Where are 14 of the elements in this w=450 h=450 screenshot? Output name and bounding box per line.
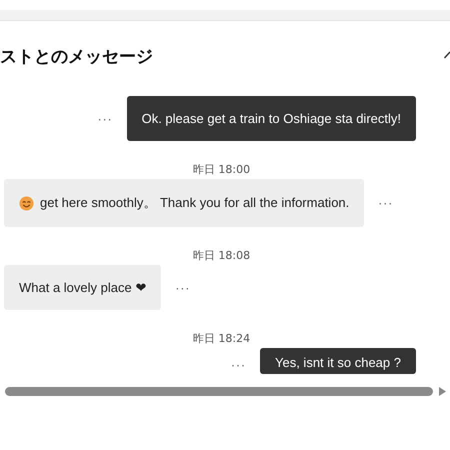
page-title: ストとのメッセージ [0,46,153,68]
received-message: What a lovely place ❤ [4,265,162,310]
message-timestamp: 昨日 18:00 [192,163,252,177]
more-options-button[interactable]: ··· [175,280,190,294]
more-options-button[interactable]: ··· [231,358,246,372]
sent-message: Yes, isnt it so cheap ? [260,348,416,374]
more-options-button[interactable]: ··· [98,112,113,126]
sent-message: Ok. please get a train to Oshiage sta directly! [126,96,416,141]
message-timestamp: 昨日 18:08 [192,249,252,263]
more-options-button[interactable]: ··· [378,196,394,210]
message-timestamp: 昨日 18:24 [192,332,252,346]
received-message: get here smoothly。 Thank you for all the information. [4,179,364,227]
scroll-right-icon[interactable] [439,386,446,396]
smiley-icon [19,196,34,210]
